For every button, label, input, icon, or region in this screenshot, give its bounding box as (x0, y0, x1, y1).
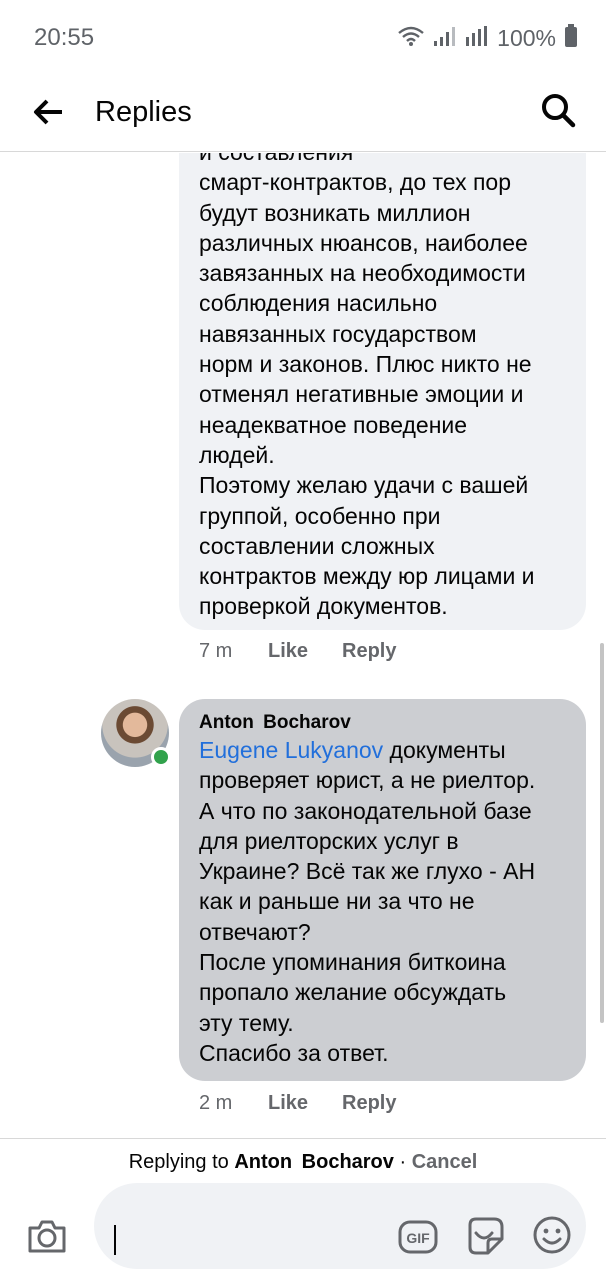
cancel-reply-button[interactable]: Cancel (412, 1151, 478, 1173)
search-button[interactable] (536, 90, 580, 134)
reply-composer: Replying to Anton Bocharov · Cancel GIF (0, 1138, 606, 1280)
comment-text-partial: и составления (199, 153, 566, 167)
battery-icon (564, 24, 578, 53)
gif-label: GIF (406, 1230, 430, 1246)
comment-author[interactable]: Anton Bocharov (199, 699, 566, 735)
wifi-icon (397, 25, 425, 52)
status-bar: 20:55 100% (0, 0, 606, 80)
camera-icon (26, 1218, 68, 1259)
comment-actions: 2 m Like Reply (199, 1092, 396, 1115)
emoji-button[interactable] (530, 1215, 574, 1259)
app-bar: Replies (0, 80, 606, 152)
sticker-icon (464, 1215, 506, 1262)
comment-actions: 7 m Like Reply (199, 640, 396, 663)
search-icon (540, 92, 576, 133)
comment-bubble-selected[interactable]: Anton Bocharov Eugene Lukyanov документы… (179, 699, 586, 1081)
replying-to-banner: Replying to Anton Bocharov · Cancel (0, 1151, 606, 1174)
online-status-indicator (151, 747, 171, 767)
replying-to-name: Anton Bocharov (234, 1151, 394, 1173)
page-title: Replies (95, 96, 192, 128)
comment-time: 7 m (199, 640, 233, 662)
like-button[interactable]: Like (268, 640, 342, 663)
gif-button[interactable]: GIF (396, 1217, 440, 1261)
signal-icon (433, 25, 457, 52)
replying-separator: · (393, 1151, 412, 1173)
camera-button[interactable] (24, 1215, 70, 1261)
emoji-icon (532, 1215, 572, 1260)
comment-time: 2 m (199, 1092, 233, 1114)
comment-bubble[interactable]: и составления смарт-контрактов, до тех п… (179, 153, 586, 630)
reply-button[interactable]: Reply (342, 1092, 396, 1115)
status-icons: 100% (397, 24, 578, 53)
sticker-button[interactable] (462, 1215, 508, 1261)
status-time: 20:55 (34, 24, 95, 51)
scrollbar[interactable] (600, 643, 604, 1023)
comment-text: смарт-контрактов, до тех пор будут возни… (199, 169, 535, 620)
avatar[interactable] (101, 699, 171, 767)
back-arrow-icon (32, 98, 64, 131)
reply-button[interactable]: Reply (342, 640, 396, 663)
like-button[interactable]: Like (268, 1092, 342, 1115)
mention-link[interactable]: Eugene Lukyanov (199, 737, 383, 763)
replies-feed[interactable]: и составления смарт-контрактов, до тех п… (0, 153, 606, 1138)
battery-percent: 100% (497, 25, 556, 51)
gif-icon: GIF (398, 1219, 438, 1260)
comment-text: Eugene Lukyanov документы проверяет юрис… (199, 735, 566, 1068)
comment-body: документы проверяет юрист, а не риелтор.… (199, 737, 536, 1066)
comment-input[interactable]: GIF (94, 1183, 586, 1269)
back-button[interactable] (28, 94, 68, 134)
replying-prefix: Replying to (128, 1151, 235, 1173)
signal-icon (465, 25, 489, 52)
text-cursor (114, 1225, 116, 1255)
